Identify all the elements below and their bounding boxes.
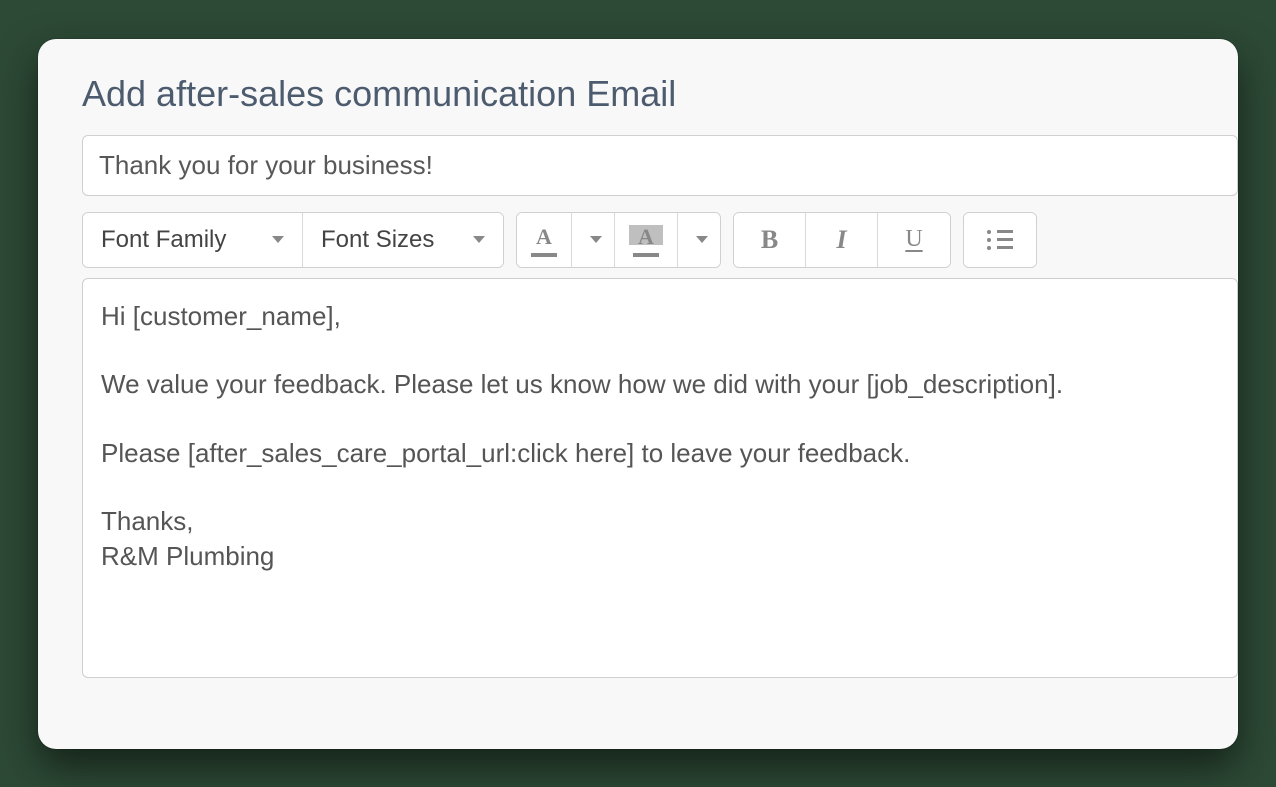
color-group: A A (516, 212, 721, 268)
highlight-color-icon: A (629, 223, 663, 257)
chevron-down-icon (272, 236, 284, 243)
chevron-down-icon (696, 236, 708, 243)
italic-icon: I (836, 225, 846, 255)
text-color-button[interactable]: A (517, 213, 615, 267)
font-size-label: Font Sizes (321, 226, 434, 254)
font-family-label: Font Family (101, 226, 226, 254)
italic-button[interactable]: I (806, 213, 878, 267)
background-color-button[interactable]: A (615, 213, 720, 267)
style-group: B I U (733, 212, 951, 268)
subject-input[interactable] (82, 135, 1238, 196)
text-color-icon: A (531, 223, 557, 257)
bold-button[interactable]: B (734, 213, 806, 267)
chevron-down-icon (590, 236, 602, 243)
email-editor-window: Add after-sales communication Email Font… (38, 39, 1238, 749)
font-family-dropdown[interactable]: Font Family (83, 213, 303, 267)
editor-container: Hi [customer_name], We value your feedba… (82, 278, 1238, 678)
font-size-dropdown[interactable]: Font Sizes (303, 213, 503, 267)
bullet-list-icon (987, 230, 1013, 250)
email-body-editor[interactable]: Hi [customer_name], We value your feedba… (83, 279, 1237, 677)
bold-icon: B (761, 225, 778, 255)
font-group: Font Family Font Sizes (82, 212, 504, 268)
bullet-list-button[interactable] (964, 213, 1036, 267)
subject-row (38, 135, 1238, 206)
chevron-down-icon (473, 236, 485, 243)
page-title: Add after-sales communication Email (38, 73, 1238, 135)
underline-button[interactable]: U (878, 213, 950, 267)
editor-toolbar: Font Family Font Sizes A (38, 206, 1238, 278)
list-group (963, 212, 1037, 268)
content-area: Add after-sales communication Email Font… (38, 39, 1238, 678)
underline-icon: U (905, 226, 922, 253)
